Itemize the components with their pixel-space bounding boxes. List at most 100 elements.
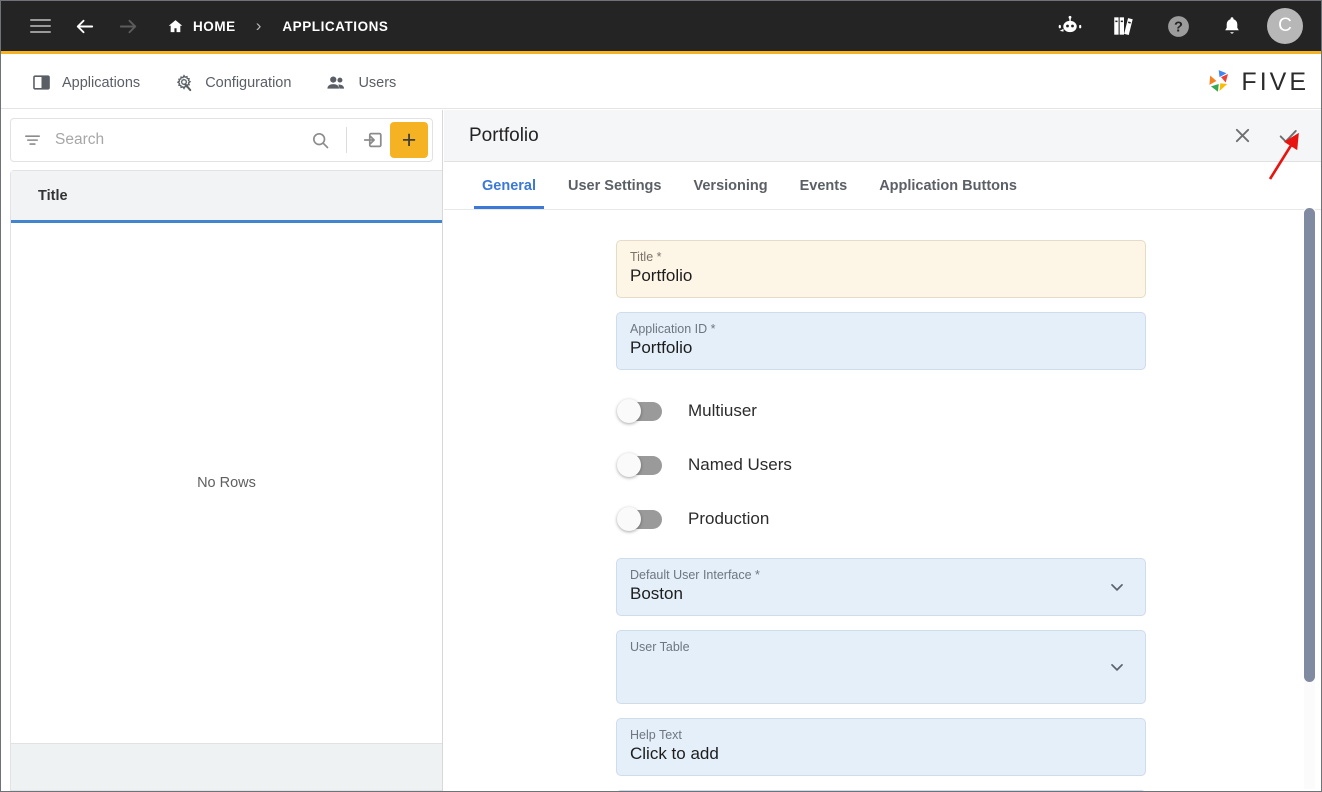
- toggle-production-label: Production: [688, 509, 770, 528]
- library-icon: [1114, 17, 1133, 36]
- toggle-multiuser-label: Multiuser: [688, 401, 757, 420]
- search-icon: [312, 132, 329, 149]
- production-switch[interactable]: [617, 507, 662, 531]
- field-user-table[interactable]: User Table: [616, 630, 1146, 704]
- save-button[interactable]: [1277, 125, 1299, 147]
- field-default-user-interface[interactable]: Default User Interface * Boston: [616, 558, 1146, 616]
- search-bar: +: [10, 118, 433, 162]
- module-nav: Applications Configuration Users FIVE: [1, 57, 1321, 109]
- back-button[interactable]: [65, 7, 103, 45]
- column-header-title: Title: [38, 187, 68, 204]
- svg-text:?: ?: [1174, 19, 1183, 35]
- filter-icon[interactable]: [23, 131, 42, 150]
- library-button[interactable]: [1105, 7, 1143, 45]
- arrow-left-icon: [76, 19, 93, 33]
- record-actions: [1231, 125, 1299, 147]
- field-user-table-label: User Table: [630, 640, 690, 654]
- arrow-right-icon: [119, 19, 136, 33]
- field-user-table-value: [630, 656, 1130, 679]
- tab-application-buttons[interactable]: Application Buttons: [863, 162, 1033, 209]
- five-pinwheel-logo: [1209, 70, 1229, 92]
- avatar[interactable]: C: [1267, 8, 1303, 44]
- chatbot-button[interactable]: [1051, 7, 1089, 45]
- tab-versioning[interactable]: Versioning: [677, 162, 783, 209]
- field-default-user-interface-value: Boston: [630, 584, 683, 603]
- applications-list: Title No Rows: [10, 170, 442, 791]
- add-application-button[interactable]: +: [390, 122, 428, 158]
- chatbot-icon: [1058, 15, 1082, 33]
- top-bar: HOME › APPLICATIONS ? C: [1, 1, 1321, 54]
- tab-user-settings[interactable]: User Settings: [552, 162, 677, 209]
- help-button[interactable]: ?: [1159, 7, 1197, 45]
- named-users-switch[interactable]: [617, 453, 662, 477]
- import-button[interactable]: [356, 123, 390, 157]
- nav-tab-users[interactable]: Users: [308, 57, 413, 109]
- form-area: Title * Portfolio Application ID * Portf…: [444, 211, 1321, 791]
- hamburger-icon: [29, 19, 51, 33]
- home-icon: [168, 19, 183, 32]
- chevron-down-icon[interactable]: [1107, 657, 1127, 677]
- field-application-id-label: Application ID *: [630, 322, 716, 336]
- nav-tab-applications-label: Applications: [62, 74, 141, 91]
- breadcrumb: HOME › APPLICATIONS: [167, 16, 388, 36]
- page-title: Portfolio: [469, 124, 539, 146]
- top-bar-actions: ? C: [1051, 7, 1303, 45]
- avatar-initial: C: [1278, 15, 1292, 36]
- toggle-production[interactable]: Production: [616, 492, 1146, 546]
- list-header: Title: [11, 171, 442, 223]
- toggle-multiuser[interactable]: Multiuser: [616, 384, 1146, 438]
- top-bar-left: HOME › APPLICATIONS: [21, 7, 388, 45]
- tab-general[interactable]: General: [466, 162, 552, 209]
- users-icon: [327, 75, 345, 89]
- breadcrumb-separator: ›: [255, 16, 262, 35]
- notifications-icon: [1225, 17, 1239, 34]
- hamburger-menu-button[interactable]: [21, 7, 59, 45]
- form-scrollbar[interactable]: [1304, 208, 1315, 789]
- field-application-id-value: Portfolio: [630, 338, 693, 357]
- import-icon: [363, 132, 382, 148]
- application-window: HOME › APPLICATIONS ? C Applications Con…: [0, 0, 1322, 792]
- switch-knob: [617, 453, 641, 477]
- brand-logo: FIVE: [1204, 67, 1309, 98]
- field-help-url[interactable]: Help URL: [616, 790, 1146, 791]
- field-help-text[interactable]: Help Text Click to add: [616, 718, 1146, 776]
- field-title[interactable]: Title * Portfolio: [616, 240, 1146, 298]
- toolbar-divider: [346, 127, 347, 153]
- nav-tab-configuration[interactable]: Configuration: [157, 57, 308, 109]
- tab-versioning-label: Versioning: [693, 177, 768, 194]
- breadcrumb-item-applications[interactable]: APPLICATIONS: [282, 19, 388, 34]
- tab-events-label: Events: [799, 177, 848, 194]
- breadcrumb-item-home[interactable]: HOME: [167, 18, 236, 35]
- list-footer: [11, 743, 442, 790]
- nav-tab-applications[interactable]: Applications: [15, 57, 157, 109]
- record-tabs: General User Settings Versioning Events …: [444, 162, 1321, 210]
- tab-general-label: General: [482, 177, 536, 194]
- forward-button[interactable]: [109, 7, 147, 45]
- nav-tab-configuration-label: Configuration: [205, 74, 292, 91]
- toggle-named-users[interactable]: Named Users: [616, 438, 1146, 492]
- breadcrumb-applications-label: APPLICATIONS: [282, 18, 389, 34]
- search-input[interactable]: [42, 131, 303, 149]
- toggle-named-users-label: Named Users: [688, 455, 792, 474]
- left-panel: + Title No Rows: [1, 110, 443, 791]
- help-icon: ?: [1167, 15, 1189, 37]
- gear-wrench-icon: [176, 73, 192, 91]
- notifications-button[interactable]: [1213, 7, 1251, 45]
- tab-user-settings-label: User Settings: [568, 177, 662, 194]
- no-rows-label: No Rows: [197, 475, 256, 491]
- brand-text: FIVE: [1241, 68, 1309, 96]
- tab-events[interactable]: Events: [784, 162, 864, 209]
- field-help-text-label: Help Text: [630, 728, 682, 742]
- field-title-value: Portfolio: [630, 266, 693, 285]
- panel-icon: [33, 75, 50, 90]
- search-button[interactable]: [303, 123, 337, 157]
- field-title-label: Title *: [630, 250, 662, 264]
- form-scrollbar-thumb[interactable]: [1304, 208, 1315, 682]
- chevron-down-icon[interactable]: [1107, 577, 1127, 597]
- list-empty-state: No Rows: [11, 223, 442, 743]
- tab-application-buttons-label: Application Buttons: [879, 177, 1017, 194]
- record-header: Portfolio: [444, 110, 1321, 162]
- field-application-id[interactable]: Application ID * Portfolio: [616, 312, 1146, 370]
- multiuser-switch[interactable]: [617, 399, 662, 423]
- close-button[interactable]: [1231, 125, 1253, 147]
